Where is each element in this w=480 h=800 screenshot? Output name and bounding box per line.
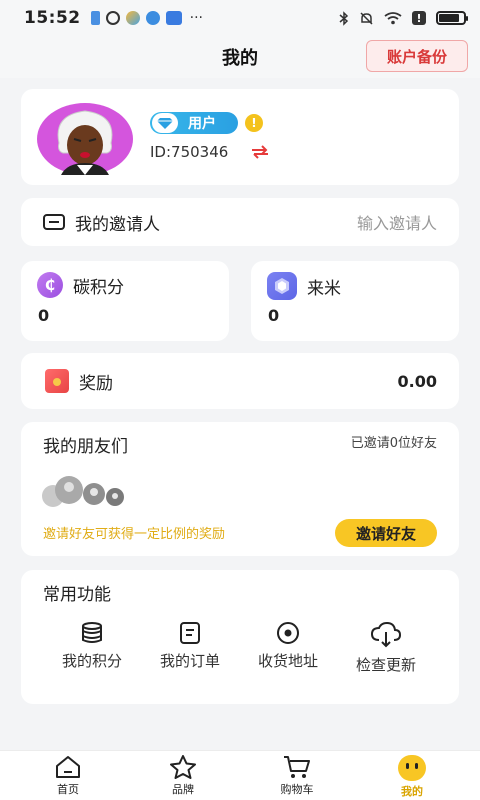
cloud-download-icon <box>370 622 402 648</box>
cart-icon <box>284 756 310 778</box>
page-header: 我的 账户备份 <box>0 36 480 78</box>
inviter-input[interactable]: 输入邀请人 <box>357 210 437 234</box>
carbon-points-value: 0 <box>38 306 50 325</box>
status-bar: 15:52 ··· ! <box>0 0 480 36</box>
my-points-label: 我的积分 <box>61 652 122 670</box>
laimi-value: 0 <box>268 306 280 325</box>
account-backup-button[interactable]: 账户备份 <box>366 40 468 72</box>
notification-icons: ··· <box>90 10 203 26</box>
shipping-address-item[interactable]: 收货地址 <box>243 622 333 671</box>
tab-home-label: 首页 <box>57 783 79 796</box>
wifi-icon <box>384 12 402 25</box>
user-id: ID:750346 <box>150 143 229 161</box>
friends-card: 我的朋友们 已邀请0位好友 邀请好友可获得一定比例的奖励 邀请好友 <box>21 422 459 556</box>
switch-account-icon[interactable] <box>249 143 271 161</box>
circle-app-icon <box>105 11 120 25</box>
warning-icon[interactable]: ! <box>245 114 263 132</box>
diamond-icon <box>152 113 178 133</box>
check-update-item[interactable]: 检查更新 <box>341 622 431 675</box>
inviter-card-icon <box>43 214 65 230</box>
tab-cart-label: 购物车 <box>280 783 314 796</box>
laimi-card[interactable]: 来米 0 <box>251 261 459 341</box>
my-orders-item[interactable]: 我的订单 <box>145 622 235 671</box>
location-icon <box>277 622 299 644</box>
database-icon <box>82 622 102 643</box>
invite-friends-button[interactable]: 邀请好友 <box>335 519 437 547</box>
reward-label: 奖励 <box>79 373 113 394</box>
tab-brand[interactable]: 品牌 <box>143 755 223 797</box>
profile-card: 用户 ! ID:750346 <box>21 89 459 185</box>
star-icon <box>170 755 196 779</box>
tab-mine-label: 我的 <box>401 785 423 798</box>
shipping-address-label: 收货地址 <box>257 652 318 670</box>
bluetooth-icon <box>339 10 349 26</box>
inviter-row[interactable]: 我的邀请人 输入邀请人 <box>21 198 459 246</box>
my-points-item[interactable]: 我的积分 <box>47 622 137 671</box>
page-title: 我的 <box>222 48 258 69</box>
tab-mine[interactable]: 我的 <box>372 755 452 799</box>
smile-icon <box>398 755 426 781</box>
home-icon <box>56 756 80 778</box>
red-envelope-icon <box>45 369 69 393</box>
carbon-points-label: 碳积分 <box>73 277 124 298</box>
laimi-hexagon-icon <box>267 272 297 300</box>
alert-icon: ! <box>412 11 426 25</box>
friend-avatars-placeholder <box>42 476 124 507</box>
tab-home[interactable]: 首页 <box>28 755 108 797</box>
order-icon <box>180 622 200 644</box>
user-level-label: 用户 <box>188 116 216 132</box>
laimi-label: 来米 <box>307 278 341 299</box>
inviter-label: 我的邀请人 <box>75 214 160 235</box>
sim-icon <box>90 11 100 25</box>
weather-icon <box>125 11 140 25</box>
common-functions-card: 常用功能 我的积分 我的订单 收货地址 检查更新 <box>21 570 459 704</box>
mute-icon <box>360 11 373 25</box>
carbon-points-card[interactable]: ₵ 碳积分 0 <box>21 261 229 341</box>
bottom-tab-bar: 首页 品牌 购物车 我的 <box>0 750 480 800</box>
cloud-app-icon <box>145 11 160 25</box>
battery-icon <box>436 11 468 25</box>
more-dots-icon: ··· <box>189 10 203 26</box>
user-level-badge: 用户 <box>150 112 238 134</box>
avatar[interactable] <box>37 103 133 175</box>
status-time: 15:52 <box>24 8 81 28</box>
friends-count: 已邀请0位好友 <box>350 436 437 451</box>
reward-row[interactable]: 奖励 0.00 <box>21 353 459 409</box>
common-functions-title: 常用功能 <box>43 585 111 605</box>
mail-icon <box>165 11 182 25</box>
friends-title: 我的朋友们 <box>43 437 128 457</box>
friends-hint: 邀请好友可获得一定比例的奖励 <box>43 527 226 542</box>
my-orders-label: 我的订单 <box>159 652 220 670</box>
reward-value: 0.00 <box>397 371 437 391</box>
check-update-label: 检查更新 <box>355 656 416 674</box>
tab-cart[interactable]: 购物车 <box>257 755 337 797</box>
tab-brand-label: 品牌 <box>172 783 194 796</box>
carbon-coin-icon: ₵ <box>37 272 63 298</box>
